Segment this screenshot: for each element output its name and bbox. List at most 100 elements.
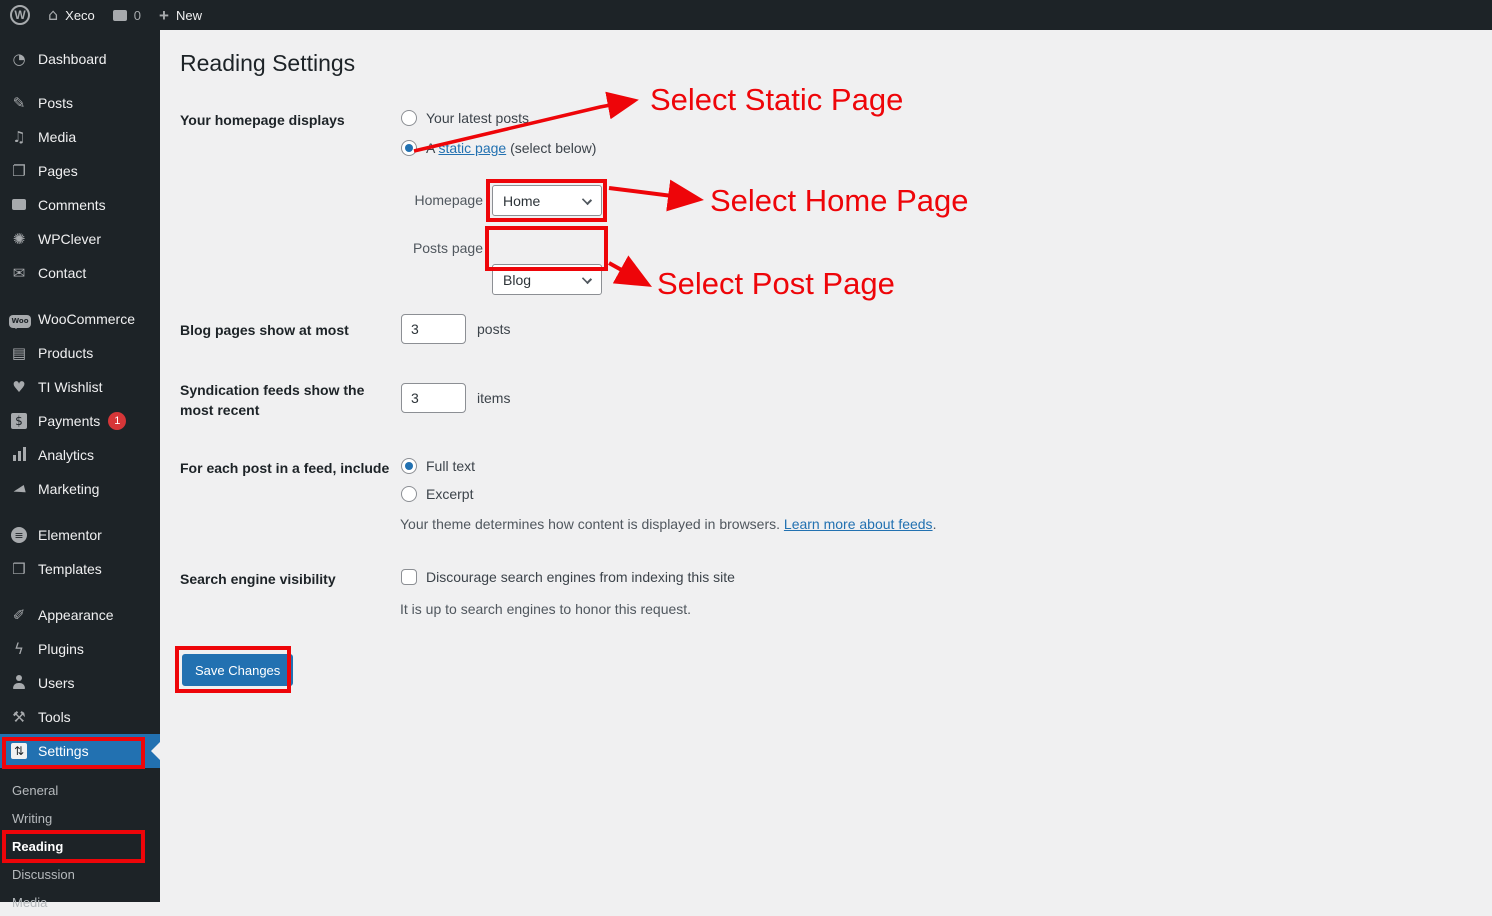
- plus-icon: +: [159, 7, 169, 24]
- homepage-displays-label: Your homepage displays: [180, 111, 390, 131]
- excerpt-radio[interactable]: [401, 486, 417, 502]
- sidebar-item-templates[interactable]: ❒ Templates: [0, 552, 160, 586]
- posts-page-select-value: Blog: [503, 272, 531, 288]
- wp-logo-menu[interactable]: W: [10, 0, 30, 30]
- submenu-label: Discussion: [12, 867, 75, 882]
- homepage-select-value: Home: [503, 193, 540, 209]
- static-page-radio[interactable]: [401, 140, 417, 156]
- sidebar-item-pages[interactable]: ❐ Pages: [0, 154, 160, 188]
- latest-posts-label: Your latest posts: [426, 110, 529, 126]
- discourage-indexing-label: Discourage search engines from indexing …: [426, 569, 735, 585]
- sidebar-label: Settings: [38, 743, 89, 759]
- syndication-label: Syndication feeds show the most recent: [180, 381, 380, 420]
- feed-description-text: Your theme determines how content is dis…: [400, 516, 784, 532]
- sidebar-item-ti-wishlist[interactable]: ♥ TI Wishlist: [0, 370, 160, 404]
- sidebar-item-elementor[interactable]: ≡ Elementor: [0, 518, 160, 552]
- sidebar-item-comments[interactable]: Comments: [0, 188, 160, 222]
- full-text-radio[interactable]: [401, 458, 417, 474]
- chevron-down-icon: [582, 195, 592, 205]
- search-visibility-label: Search engine visibility: [180, 570, 336, 590]
- excerpt-label: Excerpt: [426, 486, 473, 502]
- sidebar-item-plugins[interactable]: ϟ Plugins: [0, 632, 160, 666]
- submenu-label: Media: [12, 895, 47, 910]
- sidebar-item-settings[interactable]: ⇅ Settings: [0, 734, 160, 768]
- posts-pin-icon: ✎: [9, 96, 29, 111]
- sidebar-item-contact[interactable]: ✉ Contact: [0, 256, 160, 290]
- sidebar-label: Plugins: [38, 641, 84, 657]
- posts-page-select[interactable]: Blog: [492, 264, 602, 295]
- sidebar-label: Appearance: [38, 607, 114, 623]
- sidebar-label: Media: [38, 129, 76, 145]
- site-name-label: Xeco: [65, 8, 95, 23]
- submenu-label: General: [12, 783, 58, 798]
- sidebar-label: Pages: [38, 163, 78, 179]
- page-title: Reading Settings: [180, 50, 355, 77]
- syndication-unit: items: [477, 390, 510, 406]
- appearance-brush-icon: ✐: [9, 608, 29, 623]
- homepage-select[interactable]: Home: [492, 185, 602, 216]
- blog-pages-unit: posts: [477, 321, 510, 337]
- save-changes-button[interactable]: Save Changes: [182, 654, 293, 686]
- discourage-indexing-checkbox[interactable]: [401, 569, 417, 585]
- admin-sidebar: ◔ Dashboard ✎ Posts ♫ Media ❐ Pages Comm…: [0, 30, 160, 902]
- site-name-menu[interactable]: ⌂ Xeco: [48, 0, 95, 30]
- sidebar-label: Dashboard: [38, 51, 107, 67]
- sidebar-item-users[interactable]: Users: [0, 666, 160, 700]
- sidebar-label: TI Wishlist: [38, 379, 103, 395]
- search-visibility-description: It is up to search engines to honor this…: [400, 601, 691, 617]
- submenu-item-discussion[interactable]: Discussion: [0, 860, 160, 888]
- sidebar-label: WooCommerce: [38, 311, 135, 327]
- submenu-item-reading[interactable]: Reading: [0, 832, 160, 860]
- sidebar-label: WPClever: [38, 231, 101, 247]
- learn-more-feeds-link[interactable]: Learn more about feeds: [784, 516, 933, 532]
- templates-folder-icon: ❒: [9, 562, 29, 577]
- static-page-label: A static page (select below): [426, 140, 596, 156]
- sidebar-item-analytics[interactable]: Analytics: [0, 438, 160, 472]
- sidebar-item-appearance[interactable]: ✐ Appearance: [0, 598, 160, 632]
- full-text-option[interactable]: Full text: [401, 458, 475, 474]
- sidebar-label: Posts: [38, 95, 73, 111]
- feed-include-label: For each post in a feed, include: [180, 459, 390, 479]
- sidebar-item-products[interactable]: ▤ Products: [0, 336, 160, 370]
- wordpress-logo-icon: W: [10, 5, 30, 25]
- latest-posts-option[interactable]: Your latest posts: [401, 110, 529, 126]
- submenu-item-media[interactable]: Media: [0, 888, 160, 916]
- comments-menu[interactable]: 0: [113, 0, 141, 30]
- payments-dollar-icon: $: [9, 413, 29, 429]
- sidebar-item-payments[interactable]: $ Payments 1: [0, 404, 160, 438]
- dashboard-icon: ◔: [9, 52, 29, 67]
- sidebar-item-tools[interactable]: ⚒ Tools: [0, 700, 160, 734]
- syndication-input[interactable]: [401, 383, 466, 413]
- pages-icon: ❐: [9, 164, 29, 179]
- chevron-down-icon: [582, 274, 592, 284]
- comments-bubble-icon: [9, 198, 29, 213]
- sidebar-item-media[interactable]: ♫ Media: [0, 120, 160, 154]
- sidebar-label: Tools: [38, 709, 71, 725]
- sidebar-label: Contact: [38, 265, 86, 281]
- submenu-label: Reading: [12, 839, 63, 854]
- submenu-item-general[interactable]: General: [0, 776, 160, 804]
- discourage-indexing-option[interactable]: Discourage search engines from indexing …: [401, 569, 735, 585]
- sidebar-item-marketing[interactable]: ◄ Marketing: [0, 472, 160, 506]
- feed-description-period: .: [933, 516, 937, 532]
- sidebar-label: Templates: [38, 561, 102, 577]
- static-page-link[interactable]: static page: [438, 140, 506, 156]
- contact-envelope-icon: ✉: [9, 266, 29, 281]
- sidebar-item-woocommerce[interactable]: Woo WooCommerce: [0, 302, 160, 336]
- elementor-icon: ≡: [9, 527, 29, 544]
- settings-sliders-icon: ⇅: [9, 743, 29, 759]
- users-person-icon: [9, 675, 29, 692]
- sidebar-item-posts[interactable]: ✎ Posts: [0, 86, 160, 120]
- sidebar-label: Elementor: [38, 527, 102, 543]
- static-page-option[interactable]: A static page (select below): [401, 140, 596, 156]
- new-content-menu[interactable]: + New: [159, 0, 202, 30]
- latest-posts-radio[interactable]: [401, 110, 417, 126]
- sidebar-item-dashboard[interactable]: ◔ Dashboard: [0, 42, 160, 76]
- sidebar-item-wpclever[interactable]: ✺ WPClever: [0, 222, 160, 256]
- blog-pages-input[interactable]: [401, 314, 466, 344]
- settings-submenu: General Writing Reading Discussion Media: [0, 768, 160, 916]
- excerpt-option[interactable]: Excerpt: [401, 486, 473, 502]
- submenu-item-writing[interactable]: Writing: [0, 804, 160, 832]
- tools-wrench-icon: ⚒: [9, 710, 29, 725]
- sidebar-label: Marketing: [38, 481, 99, 497]
